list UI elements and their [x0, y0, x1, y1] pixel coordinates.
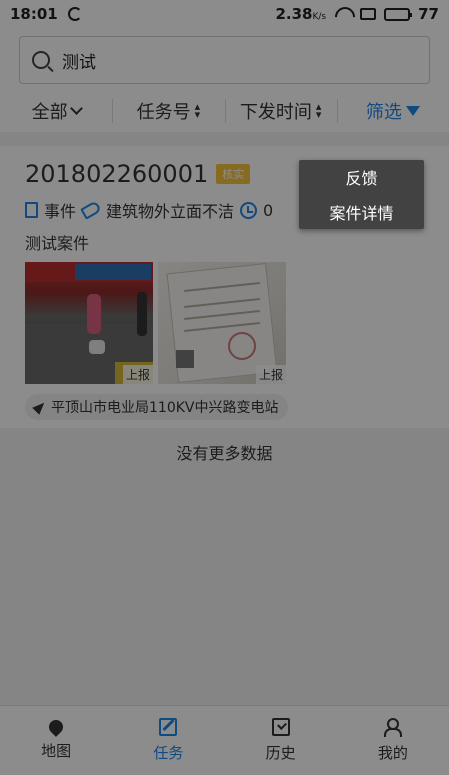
menu-item-feedback[interactable]: 反馈	[299, 160, 424, 195]
popup-menu: 反馈 案件详情	[299, 160, 424, 229]
dim-overlay[interactable]	[0, 0, 449, 775]
menu-item-case-detail[interactable]: 案件详情	[299, 195, 424, 230]
